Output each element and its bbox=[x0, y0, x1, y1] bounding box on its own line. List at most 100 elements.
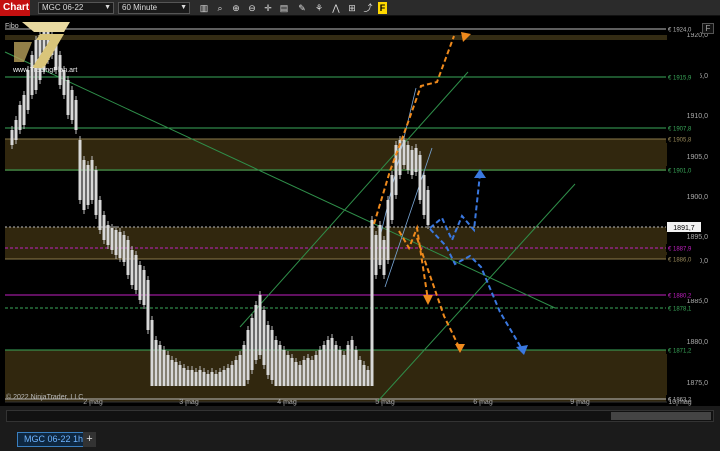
strategy-icon[interactable]: ⚘ bbox=[313, 2, 325, 14]
time-tick-label: 9 mag bbox=[570, 399, 590, 406]
candle-body bbox=[178, 365, 182, 386]
candle-body bbox=[206, 374, 210, 386]
f-toggle-button[interactable]: F bbox=[378, 2, 387, 14]
time-tick-label: 6 mag bbox=[473, 399, 493, 406]
candle-body bbox=[286, 355, 290, 386]
candle-body bbox=[26, 70, 30, 110]
level-label: € 1886,0 bbox=[668, 258, 692, 264]
price-tick-label: 1880,0 bbox=[687, 339, 709, 346]
projection-path-orange-up bbox=[373, 35, 455, 225]
level-label: € 1880,2 bbox=[668, 294, 692, 300]
candle-body bbox=[162, 350, 166, 386]
candle-body bbox=[78, 140, 82, 200]
interval-value: 60 Minute bbox=[122, 3, 158, 12]
candle-body bbox=[306, 358, 310, 386]
candle-body bbox=[98, 200, 102, 230]
candle-body bbox=[22, 95, 26, 125]
candle-body bbox=[222, 370, 226, 386]
candle-body bbox=[374, 235, 378, 275]
scroll-thumb[interactable] bbox=[611, 412, 711, 420]
tradingplan-logo bbox=[14, 22, 70, 68]
candle-body bbox=[14, 120, 18, 140]
candle-body bbox=[86, 165, 90, 205]
price-chart[interactable]: 1920,01915,01910,01905,01900,01895,01890… bbox=[0, 16, 720, 406]
add-tab-button[interactable]: + bbox=[83, 432, 96, 447]
candle-body bbox=[330, 338, 334, 386]
candle-body bbox=[122, 235, 126, 262]
candle-body bbox=[158, 345, 162, 386]
candle-body bbox=[242, 345, 246, 386]
float-button[interactable]: F bbox=[702, 23, 714, 34]
chart-style-icon[interactable]: ⊞ bbox=[346, 2, 358, 14]
candle-body bbox=[346, 345, 350, 386]
candle-body bbox=[106, 225, 110, 245]
candle-body bbox=[406, 145, 410, 170]
candle-body bbox=[366, 370, 370, 386]
chart-panel[interactable]: 1920,01915,01910,01905,01900,01895,01890… bbox=[0, 16, 720, 406]
bottom-bar: MGC 06-22 1h + bbox=[0, 406, 720, 451]
candle-body bbox=[414, 148, 418, 172]
last-price-label: 1891,7 bbox=[673, 225, 695, 232]
candle-body bbox=[278, 345, 282, 386]
bars-icon[interactable]: ▥ bbox=[198, 2, 210, 14]
candle-body bbox=[318, 350, 322, 386]
candle-body bbox=[230, 365, 234, 386]
candle-body bbox=[294, 362, 298, 386]
candle-body bbox=[350, 340, 354, 386]
channel-upper-line bbox=[239, 71, 469, 328]
candle-body bbox=[82, 160, 86, 210]
candle-body bbox=[118, 232, 122, 258]
candle-body bbox=[250, 318, 254, 370]
candle-body bbox=[418, 155, 422, 200]
level-label: € 1887,9 bbox=[668, 247, 692, 253]
candle-body bbox=[358, 360, 362, 386]
candle-body bbox=[338, 350, 342, 386]
horizontal-scrollbar[interactable] bbox=[6, 410, 714, 422]
candle-body bbox=[214, 374, 218, 386]
price-tick-label: 1905,0 bbox=[687, 154, 709, 161]
fibo-zone-top bbox=[5, 35, 667, 40]
candle-body bbox=[186, 370, 190, 386]
candle-body bbox=[238, 355, 242, 386]
level-label: € 1871,2 bbox=[668, 349, 692, 355]
candle-body bbox=[226, 368, 230, 386]
candle-body bbox=[210, 372, 214, 386]
candle-body bbox=[170, 360, 174, 386]
time-tick-label: 5 mag bbox=[375, 399, 395, 406]
candle-body bbox=[334, 345, 338, 386]
candle-body bbox=[114, 230, 118, 255]
zoom-in-icon[interactable]: ⊕ bbox=[230, 2, 242, 14]
instrument-selector[interactable]: MGC 06-22 ▼ bbox=[38, 2, 114, 14]
candle-body bbox=[66, 80, 70, 115]
candle-body bbox=[202, 372, 206, 386]
zoom-out-icon[interactable]: ⊖ bbox=[246, 2, 258, 14]
level-label: € 1905,8 bbox=[668, 138, 692, 144]
candle-body bbox=[174, 362, 178, 386]
instrument-value: MGC 06-22 bbox=[42, 3, 84, 12]
interval-selector[interactable]: 60 Minute ▼ bbox=[118, 2, 190, 14]
watermark-text: www.TradingPlan.art bbox=[13, 67, 78, 74]
candle-body bbox=[154, 340, 158, 386]
chevron-down-icon: ▼ bbox=[180, 4, 187, 11]
candle-body bbox=[422, 175, 426, 215]
candle-body bbox=[390, 175, 394, 220]
fibo-zone-1905 bbox=[5, 139, 667, 171]
indicator-icon[interactable]: ⋀ bbox=[330, 2, 342, 14]
magnify-icon[interactable]: ⌕ bbox=[214, 2, 226, 14]
candle-body bbox=[270, 330, 274, 380]
properties-icon[interactable]: ▤ bbox=[278, 2, 290, 14]
share-icon[interactable]: ⤴ bbox=[362, 2, 374, 14]
drawing-label: Fibo bbox=[5, 23, 19, 30]
tab-mgc-1h[interactable]: MGC 06-22 1h bbox=[17, 432, 91, 447]
price-tick-label: 1895,0 bbox=[687, 234, 709, 241]
candle-body bbox=[146, 280, 150, 330]
candle-body bbox=[342, 355, 346, 386]
chart-toolbar: Chart MGC 06-22 ▼ 60 Minute ▼ ▥ ⌕ ⊕ ⊖ ✛ … bbox=[0, 0, 720, 16]
crosshair-icon[interactable]: ✛ bbox=[262, 2, 274, 14]
drawing-tools-icon[interactable]: ✎ bbox=[296, 2, 308, 14]
candle-body bbox=[166, 355, 170, 386]
level-label: € 1901,0 bbox=[668, 169, 692, 175]
candle-body bbox=[426, 190, 430, 225]
candle-body bbox=[150, 320, 154, 386]
arrowhead-orange-down-1 bbox=[423, 295, 433, 305]
